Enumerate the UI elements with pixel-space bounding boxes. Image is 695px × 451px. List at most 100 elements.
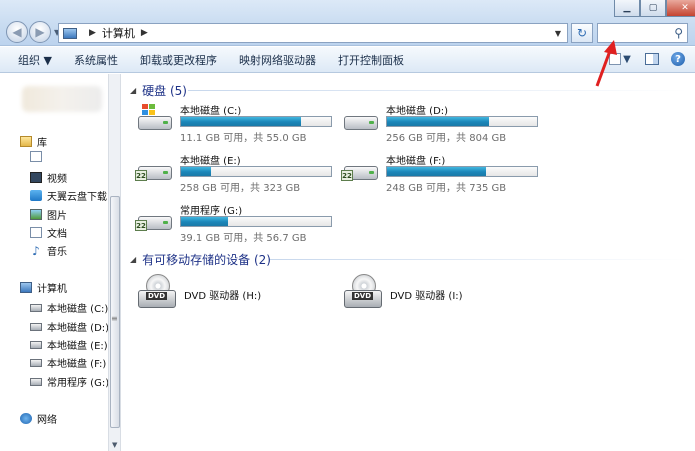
dvd-drive-tile[interactable]: DVD DVD 驱动器 (H:) xyxy=(138,274,338,318)
nav-drive-label: 常用程序 (G:) xyxy=(47,378,110,389)
nav-drive-label: 本地磁盘 (F:) xyxy=(47,359,107,370)
maximize-button[interactable]: ▢ xyxy=(640,0,666,17)
usage-bar-fill xyxy=(181,217,228,226)
drive-name: 本地磁盘 (C:) xyxy=(180,106,242,117)
drive-tile[interactable]: 22 本地磁盘 (E:) 258 GB 可用，共 323 GB xyxy=(135,152,336,200)
drive-tile[interactable]: 22 常用程序 (G:) 39.1 GB 可用，共 56.7 GB xyxy=(135,202,336,250)
nav-drive-g[interactable]: 常用程序 (G:) xyxy=(30,374,109,389)
drive-tile[interactable]: 本地磁盘 (C:) 11.1 GB 可用，共 55.0 GB xyxy=(136,102,336,150)
dvd-logo: DVD xyxy=(352,292,374,300)
preview-pane-icon[interactable] xyxy=(645,53,659,65)
hard-drive-icon: 22 xyxy=(135,210,174,232)
organize-button[interactable]: 组织 ▼ xyxy=(18,52,52,68)
usage-bar xyxy=(180,116,332,127)
breadcrumb-computer[interactable]: 计算机 xyxy=(102,25,135,41)
breadcrumb-chevron-icon[interactable]: ▶ xyxy=(89,28,96,38)
drive-free-space: 258 GB 可用，共 323 GB xyxy=(180,183,301,194)
collapse-triangle-icon[interactable]: ◢ xyxy=(130,86,136,95)
change-view-icon[interactable] xyxy=(609,53,621,65)
usage-bar xyxy=(180,166,332,177)
forward-button[interactable]: ▶ xyxy=(29,21,51,43)
dvd-drive-icon: DVD xyxy=(344,274,384,314)
close-button[interactable]: ✕ xyxy=(666,0,695,17)
scroll-down-arrow-icon[interactable]: ▼ xyxy=(112,441,117,449)
drive-name: 本地磁盘 (E:) xyxy=(180,156,241,167)
usage-bar xyxy=(386,116,538,127)
nav-item-unnamed[interactable] xyxy=(30,151,47,162)
title-bar: ▁ ▢ ✕ ◀ ▶ ▼ ▶ 计算机 ▶ ▼ ↻ ⚲ xyxy=(0,0,695,46)
back-button[interactable]: ◀ xyxy=(6,21,28,43)
collapse-triangle-icon[interactable]: ◢ xyxy=(130,255,136,264)
nav-item-cloud-download[interactable]: 天翼云盘下载 xyxy=(30,188,107,203)
drive-tile[interactable]: 22 本地磁盘 (F:) 248 GB 可用，共 735 GB xyxy=(341,152,542,200)
nav-drive-f[interactable]: 本地磁盘 (F:) xyxy=(30,355,106,370)
drive-name: 本地磁盘 (F:) xyxy=(386,156,446,167)
window-controls: ▁ ▢ ✕ xyxy=(614,0,695,17)
dvd-drive-name: DVD 驱动器 (I:) xyxy=(390,291,463,302)
section-title: 有可移动存储的设备 (2) xyxy=(142,253,271,267)
nav-scrollbar[interactable]: ≡ ▼ xyxy=(108,74,121,451)
computer-icon xyxy=(63,27,77,39)
nav-item-music[interactable]: ♪ 音乐 xyxy=(30,243,67,259)
uninstall-program-button[interactable]: 卸载或更改程序 xyxy=(140,52,217,68)
windows-hard-drive-icon xyxy=(136,104,174,132)
nav-item-label: 视频 xyxy=(47,174,67,185)
removable-section-heading[interactable]: ◢ 有可移动存储的设备 (2) xyxy=(130,251,271,268)
nav-libraries[interactable]: 库 xyxy=(20,134,47,149)
hard-disks-section-heading[interactable]: ◢ 硬盘 (5) xyxy=(130,82,187,99)
nav-computer[interactable]: 计算机 xyxy=(20,280,67,295)
blurred-favorites xyxy=(22,86,102,112)
dvd-drive-tile[interactable]: DVD DVD 驱动器 (I:) xyxy=(344,274,544,318)
command-bar: 组织 ▼ 系统属性 卸载或更改程序 映射网络驱动器 打开控制面板 ▼ ? xyxy=(0,47,695,73)
search-icon[interactable]: ⚲ xyxy=(674,26,683,40)
system-properties-button[interactable]: 系统属性 xyxy=(74,52,118,68)
network-icon xyxy=(20,413,32,424)
nav-item-label: 音乐 xyxy=(47,247,67,258)
document-icon xyxy=(30,151,42,162)
drive-tile[interactable]: 本地磁盘 (D:) 256 GB 可用，共 804 GB xyxy=(342,102,542,150)
nav-item-label: 文档 xyxy=(47,229,67,240)
nav-item-videos[interactable]: 视频 xyxy=(30,170,67,185)
nav-drive-c[interactable]: 本地磁盘 (C:) xyxy=(30,300,108,315)
content-area: ◢ 硬盘 (5) 本地磁盘 (C:) 11.1 GB 可用，共 55.0 GB … xyxy=(122,74,695,451)
library-icon xyxy=(20,136,32,147)
nav-network[interactable]: 网络 xyxy=(20,411,57,426)
nav-item-label: 天翼云盘下载 xyxy=(47,192,107,203)
nav-computer-label: 计算机 xyxy=(37,284,67,295)
nav-item-documents[interactable]: 文档 xyxy=(30,225,67,240)
view-controls: ▼ ? xyxy=(603,51,685,67)
search-input[interactable]: ⚲ xyxy=(597,23,688,43)
nav-item-label: 图片 xyxy=(47,211,67,222)
nav-drive-label: 本地磁盘 (E:) xyxy=(47,341,108,352)
drive-free-space: 256 GB 可用，共 804 GB xyxy=(386,133,507,144)
navigation-pane: 库 视频 天翼云盘下载 图片 文档 ♪ 音乐 计算机 本地磁盘 (C:) 本地磁… xyxy=(0,74,109,451)
hard-drive-icon xyxy=(30,322,42,331)
cloud-folder-icon xyxy=(30,190,42,201)
usage-bar-fill xyxy=(181,117,301,126)
hard-drive-icon xyxy=(342,110,380,132)
nav-buttons: ◀ ▶ ▼ xyxy=(6,21,60,43)
usage-bar-fill xyxy=(387,117,489,126)
map-network-drive-button[interactable]: 映射网络驱动器 xyxy=(239,52,316,68)
nav-drive-d[interactable]: 本地磁盘 (D:) xyxy=(30,319,109,334)
breadcrumb-chevron-icon[interactable]: ▶ xyxy=(141,28,148,38)
dvd-drive-name: DVD 驱动器 (H:) xyxy=(184,291,262,302)
address-dropdown-icon[interactable]: ▼ xyxy=(555,29,561,38)
usage-bar xyxy=(386,166,538,177)
back-arrow-icon: ◀ xyxy=(12,25,22,39)
minimize-button[interactable]: ▁ xyxy=(614,0,640,17)
help-icon[interactable]: ? xyxy=(671,52,685,66)
drive-tag-icon: 22 xyxy=(135,220,147,231)
nav-drive-e[interactable]: 本地磁盘 (E:) xyxy=(30,337,108,352)
drive-name: 常用程序 (G:) xyxy=(180,206,243,217)
address-bar[interactable]: ▶ 计算机 ▶ ▼ xyxy=(58,23,568,43)
section-divider xyxy=(270,259,688,260)
open-control-panel-button[interactable]: 打开控制面板 xyxy=(338,52,404,68)
view-dropdown-icon[interactable]: ▼ xyxy=(623,51,631,67)
refresh-button[interactable]: ↻ xyxy=(571,23,593,43)
usage-bar-fill xyxy=(387,167,486,176)
scrollbar-thumb[interactable] xyxy=(110,196,120,428)
forward-arrow-icon: ▶ xyxy=(35,25,45,39)
hard-drive-icon xyxy=(30,303,42,312)
nav-item-pictures[interactable]: 图片 xyxy=(30,207,67,222)
